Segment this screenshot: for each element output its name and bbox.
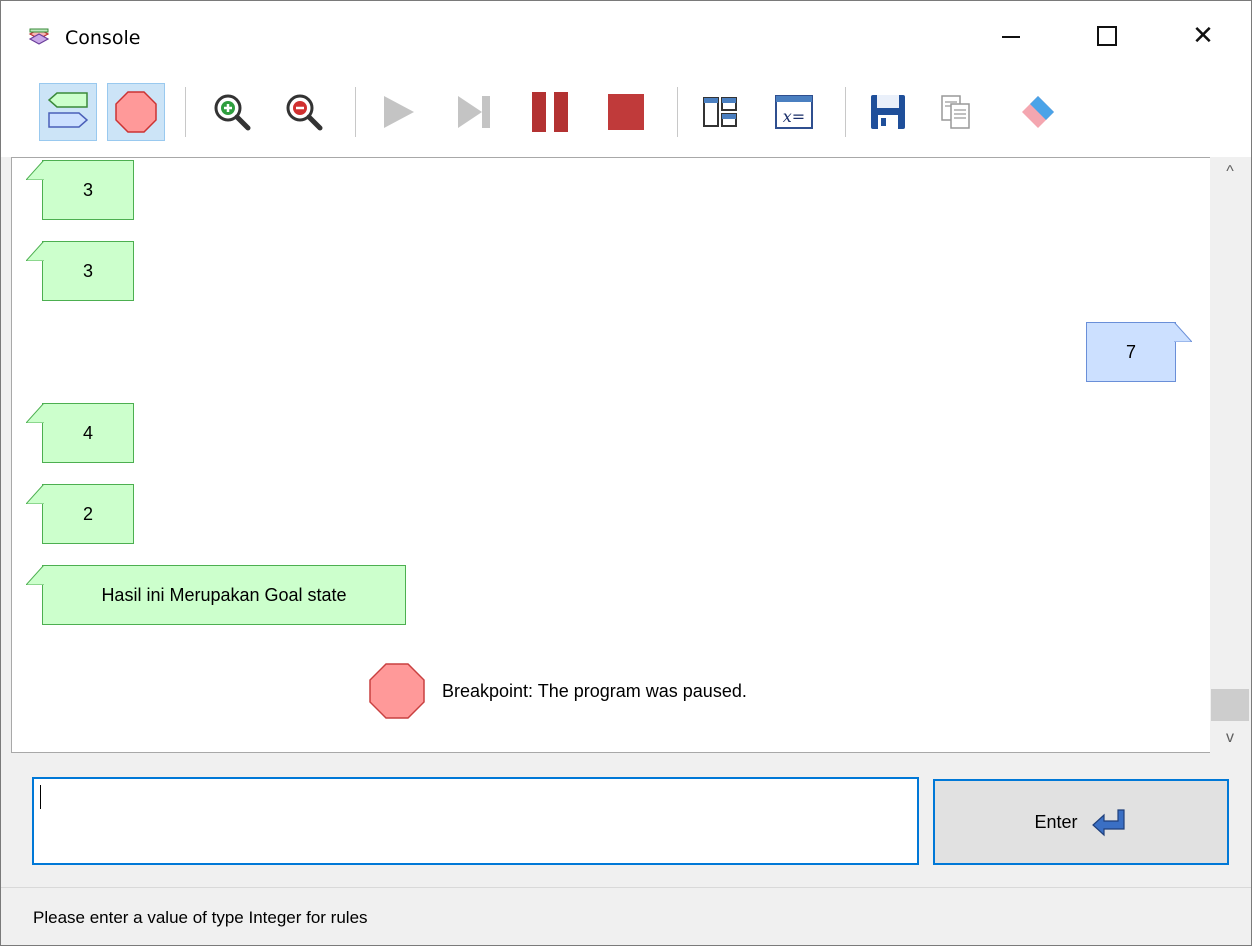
stop-icon xyxy=(608,94,644,130)
input-echo-text: 7 xyxy=(1125,341,1136,362)
output-text: 3 xyxy=(82,179,93,200)
console-output[interactable]: 3 3 7 4 2 Hasil ini Merupakan Goal state… xyxy=(11,157,1211,753)
app-icon xyxy=(27,25,51,49)
play-icon xyxy=(384,96,414,128)
output-text: Hasil ini Merupakan Goal state xyxy=(101,584,347,605)
toolbar-separator xyxy=(355,87,356,137)
bubble-tail xyxy=(1174,322,1192,342)
status-bar-text: Please enter a value of type Integer for… xyxy=(33,908,368,927)
toolbar-separator xyxy=(185,87,186,137)
vertical-scrollbar[interactable]: ^ v xyxy=(1210,157,1250,753)
output-bubble: 4 xyxy=(26,403,134,463)
maximize-button[interactable] xyxy=(1059,1,1155,71)
breakpoint-notice: Breakpoint: The program was paused. xyxy=(368,660,747,722)
toolbar-separator xyxy=(845,87,846,137)
eraser-button[interactable] xyxy=(1009,83,1067,141)
bubble-tail xyxy=(26,484,44,504)
enter-return-icon xyxy=(1091,809,1125,837)
output-bubble: 3 xyxy=(26,241,134,301)
zoom-in-icon xyxy=(214,94,251,131)
variables-button[interactable]: x= xyxy=(765,83,823,141)
show-messages-toggle-button[interactable] xyxy=(39,83,97,141)
layout-button[interactable] xyxy=(691,83,749,141)
variables-icon-text: x= xyxy=(783,107,805,126)
status-divider xyxy=(1,887,1251,888)
scroll-down-button[interactable]: v xyxy=(1210,723,1250,753)
window-title: Console xyxy=(65,27,141,49)
run-button[interactable] xyxy=(369,83,427,141)
output-text: 2 xyxy=(82,503,93,524)
output-bubble: Hasil ini Merupakan Goal state xyxy=(26,565,406,625)
scroll-up-button[interactable]: ^ xyxy=(1210,157,1250,187)
copy-icon xyxy=(941,95,970,129)
pause-icon xyxy=(532,92,568,132)
output-bubble: 2 xyxy=(26,484,134,544)
text-caret xyxy=(40,785,41,809)
close-button[interactable]: ✕ xyxy=(1155,1,1251,71)
enter-button-label: Enter xyxy=(1034,811,1078,832)
title-bar[interactable]: Console ✕ xyxy=(1,1,1251,71)
breakpoint-text: Breakpoint: The program was paused. xyxy=(442,680,747,701)
bubble-tail xyxy=(26,565,44,585)
zoom-out-icon xyxy=(286,94,323,131)
save-button[interactable] xyxy=(859,83,917,141)
enter-button[interactable]: Enter xyxy=(933,779,1229,865)
chevron-down-icon: v xyxy=(1226,729,1234,746)
bubble-tail xyxy=(26,160,44,180)
console-window: Console ✕ x= 3 3 7 4 2 Hasil ini Merupak… xyxy=(0,0,1252,946)
minimize-icon xyxy=(1002,36,1020,38)
step-button[interactable] xyxy=(445,83,503,141)
value-input[interactable] xyxy=(32,777,919,865)
bubble-tail xyxy=(26,241,44,261)
output-text: 3 xyxy=(82,260,93,281)
copy-button[interactable] xyxy=(927,83,985,141)
toolbar: x= xyxy=(1,71,1251,157)
scrollbar-thumb[interactable] xyxy=(1211,689,1249,721)
step-icon xyxy=(458,96,490,128)
zoom-out-button[interactable] xyxy=(275,83,333,141)
save-icon xyxy=(871,95,905,129)
zoom-in-button[interactable] xyxy=(203,83,261,141)
input-bubble: 7 xyxy=(1086,322,1192,382)
output-bubble: 3 xyxy=(26,160,134,220)
breakpoint-icon xyxy=(115,91,157,133)
messages-icon xyxy=(47,92,89,128)
maximize-icon xyxy=(1097,26,1117,46)
pause-button[interactable] xyxy=(521,83,579,141)
layout-icon xyxy=(703,97,737,127)
toolbar-separator xyxy=(677,87,678,137)
minimize-button[interactable] xyxy=(963,1,1059,71)
eraser-icon xyxy=(1022,96,1054,128)
breakpoint-toggle-button[interactable] xyxy=(107,83,165,141)
variables-icon: x= xyxy=(775,95,813,129)
chevron-up-icon: ^ xyxy=(1226,163,1234,180)
breakpoint-icon xyxy=(369,663,425,719)
stop-button[interactable] xyxy=(597,83,655,141)
close-icon: ✕ xyxy=(1192,21,1214,51)
bubble-tail xyxy=(26,403,44,423)
output-text: 4 xyxy=(82,422,93,443)
